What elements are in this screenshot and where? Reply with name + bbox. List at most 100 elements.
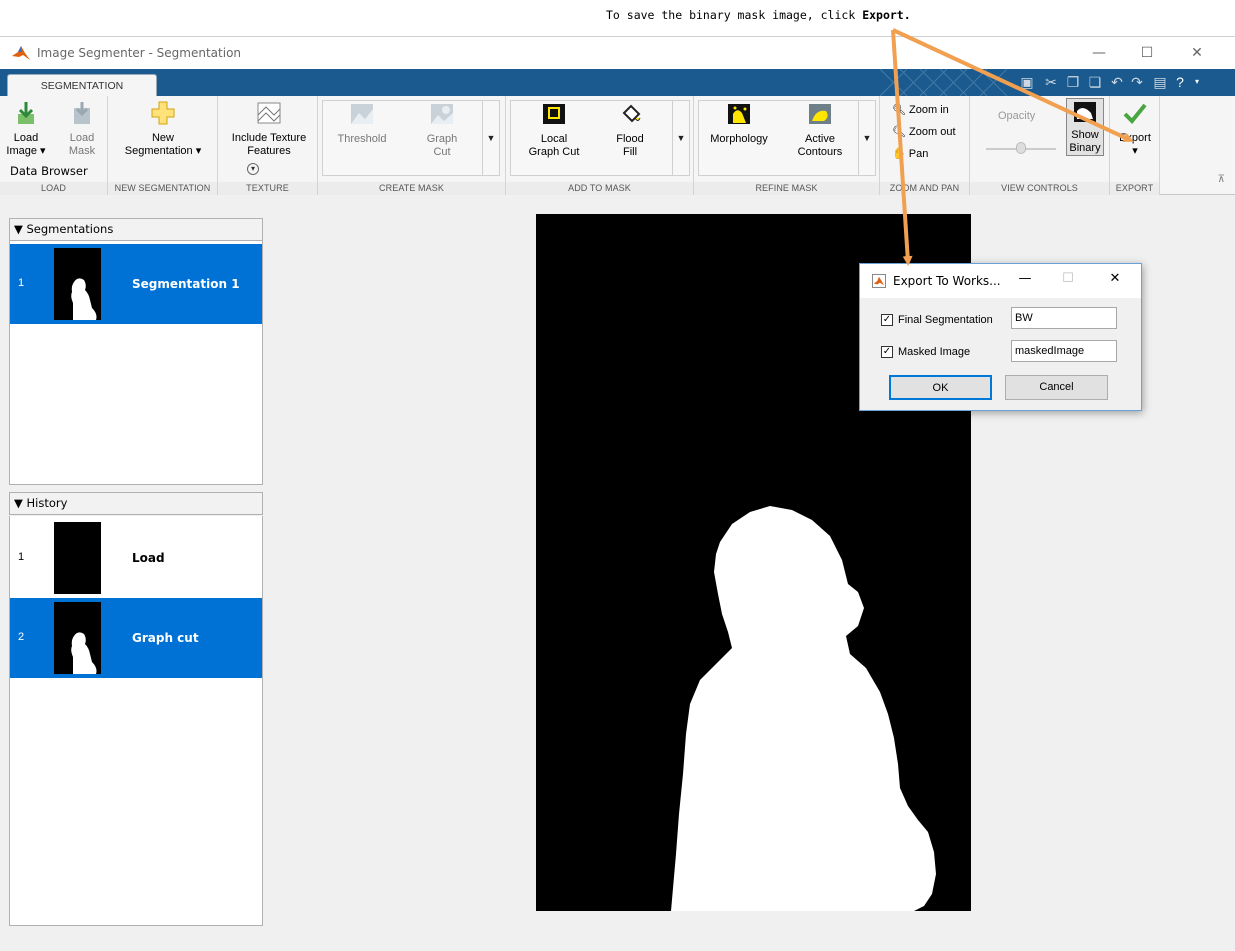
collapse-triangle-icon: ▼ (14, 496, 27, 510)
qat-dropdown-icon[interactable]: ▾ (1188, 73, 1206, 91)
list-item[interactable]: 1 Segmentation 1 (10, 244, 262, 324)
zoom-out-icon: 🔍︎ (892, 126, 910, 138)
maximize-button[interactable]: ☐ (1131, 41, 1163, 65)
show-binary-icon (1074, 102, 1096, 122)
load-image-icon (18, 102, 34, 124)
window-title: Image Segmenter - Segmentation (37, 46, 242, 60)
list-item[interactable]: 2 Graph cut (10, 598, 262, 678)
list-item[interactable]: 1 Load (10, 518, 262, 598)
tab-segmentation[interactable]: SEGMENTATION (7, 74, 157, 97)
title-bar: Image Segmenter - Segmentation — ☐ ✕ (0, 37, 1235, 69)
group-new-segmentation: New Segmentation ▾ NEW SEGMENTATION (108, 96, 218, 195)
morphology-button[interactable]: Morphology (703, 101, 775, 146)
history-thumbnail (54, 602, 101, 674)
group-texture: Include Texture Features TEXTURE (218, 96, 318, 195)
export-button[interactable]: Export ▾ (1114, 100, 1156, 158)
undo-icon[interactable]: ↶ (1108, 73, 1126, 91)
group-add-to-mask: Local Graph Cut Flood Fill ▼ ADD TO MASK (506, 96, 694, 195)
group-export: Export ▾ EXPORT (1110, 96, 1160, 195)
dialog-close-button[interactable]: ✕ (1100, 271, 1130, 286)
graph-cut-button[interactable]: Graph Cut (409, 101, 475, 159)
flood-fill-button[interactable]: Flood Fill (599, 101, 661, 159)
group-title-load: LOAD (0, 182, 107, 195)
group-refine-mask: Morphology Active Contours ▼ REFINE MASK (694, 96, 880, 195)
ok-button[interactable]: OK (889, 375, 992, 400)
redo-icon[interactable]: ↷ (1128, 73, 1146, 91)
masked-image-name-input[interactable]: maskedImage (1011, 340, 1117, 362)
group-title-create-mask: CREATE MASK (318, 182, 505, 195)
collapse-ribbon-icon[interactable]: ⊼ (1218, 174, 1225, 185)
active-contours-button[interactable]: Active Contours (785, 101, 855, 159)
history-list: 1 Load 2 Graph cut (9, 516, 263, 926)
collapse-triangle-icon: ▼ (14, 222, 27, 236)
group-title-zoom-and-pan: ZOOM AND PAN (880, 182, 969, 195)
texture-icon (257, 102, 281, 124)
new-segmentation-icon (151, 101, 175, 125)
refine-mask-gallery-dropdown[interactable]: ▼ (858, 101, 875, 175)
masked-image-checkbox[interactable]: ✓ (881, 346, 893, 358)
masked-image-label: Masked Image (898, 346, 971, 358)
create-mask-gallery: Threshold Graph Cut ▼ (322, 100, 500, 176)
opacity-slider-thumb[interactable] (1016, 142, 1026, 154)
segmentations-panel-header[interactable]: ▼ Segmentations (9, 218, 263, 241)
matlab-logo-icon (12, 46, 30, 60)
flood-fill-icon (622, 104, 641, 123)
copy-icon[interactable]: ❐ (1064, 73, 1082, 91)
pan-hand-icon: ✋ (892, 148, 909, 160)
group-create-mask: Threshold Graph Cut ▼ CREATE MASK (318, 96, 506, 195)
add-to-mask-gallery-dropdown[interactable]: ▼ (672, 101, 689, 175)
checkmark-icon (1123, 103, 1147, 124)
layout-icon[interactable]: ▤ (1151, 73, 1169, 91)
history-panel-header[interactable]: ▼ History (9, 492, 263, 515)
local-graph-cut-icon (543, 104, 565, 124)
cancel-button[interactable]: Cancel (1005, 375, 1108, 400)
dialog-title: Export To Works... (893, 274, 1001, 288)
create-mask-gallery-dropdown[interactable]: ▼ (482, 101, 499, 175)
group-view-controls: Opacity Show Binary VIEW CONTROLS (970, 96, 1110, 195)
morphology-icon (728, 104, 750, 124)
dialog-maximize-button[interactable]: ☐ (1053, 271, 1083, 286)
local-graph-cut-button[interactable]: Local Graph Cut (519, 101, 589, 159)
help-icon[interactable]: ? (1171, 73, 1189, 91)
threshold-icon (351, 104, 373, 124)
group-title-add-to-mask: ADD TO MASK (506, 182, 693, 195)
tabstrip-pattern (880, 69, 1008, 96)
dialog-title-bar: Export To Works... — ☐ ✕ (860, 264, 1141, 298)
graph-cut-icon (431, 104, 453, 124)
include-texture-features-button[interactable]: Include Texture Features (224, 100, 314, 158)
group-title-export: EXPORT (1110, 182, 1159, 195)
save-icon[interactable]: ▣ (1018, 73, 1036, 91)
new-segmentation-button[interactable]: New Segmentation ▾ (114, 100, 212, 158)
export-to-workspace-dialog: Export To Works... — ☐ ✕ ✓ Final Segment… (859, 263, 1142, 411)
threshold-button[interactable]: Threshold (327, 101, 397, 146)
show-binary-toggle[interactable]: Show Binary (1066, 98, 1104, 156)
data-browser-header: Data Browser ▾ (8, 160, 265, 180)
ribbon-tab-strip: SEGMENTATION ▣ ✂ ❐ ❏ ↶ ↷ ▤ ? ▾ (0, 69, 1235, 97)
group-title-view-controls: VIEW CONTROLS (970, 182, 1109, 195)
segmentations-list: 1 Segmentation 1 (9, 241, 263, 485)
dialog-minimize-button[interactable]: — (1010, 271, 1040, 286)
close-button[interactable]: ✕ (1181, 41, 1213, 65)
annotation-text: To save the binary mask image, click Exp… (606, 8, 911, 22)
matlab-logo-icon (872, 274, 886, 288)
final-segmentation-checkbox[interactable]: ✓ (881, 314, 893, 326)
load-image-button[interactable]: Load Image ▾ (6, 100, 46, 158)
minimize-button[interactable]: — (1083, 41, 1115, 65)
zoom-out-button[interactable]: 🔍︎ Zoom out (892, 122, 956, 142)
load-mask-button[interactable]: Load Mask (62, 100, 102, 158)
final-segmentation-name-input[interactable]: BW (1011, 307, 1117, 329)
opacity-label: Opacity (998, 110, 1036, 122)
load-mask-icon (74, 102, 90, 124)
active-contours-icon (809, 104, 831, 124)
pan-button[interactable]: ✋ Pan (892, 144, 928, 164)
zoom-in-button[interactable]: 🔍︎ Zoom in (892, 100, 949, 120)
group-title-new-segmentation: NEW SEGMENTATION (108, 182, 217, 195)
data-browser-menu-icon[interactable]: ▾ (247, 163, 259, 175)
segmentation-thumbnail (54, 248, 101, 320)
cut-icon[interactable]: ✂ (1042, 73, 1060, 91)
history-thumbnail (54, 522, 101, 594)
ribbon: Load Image ▾ Load Mask LOAD New Segmenta… (0, 96, 1235, 195)
refine-mask-gallery: Morphology Active Contours ▼ (698, 100, 876, 176)
add-to-mask-gallery: Local Graph Cut Flood Fill ▼ (510, 100, 690, 176)
paste-icon[interactable]: ❏ (1086, 73, 1104, 91)
